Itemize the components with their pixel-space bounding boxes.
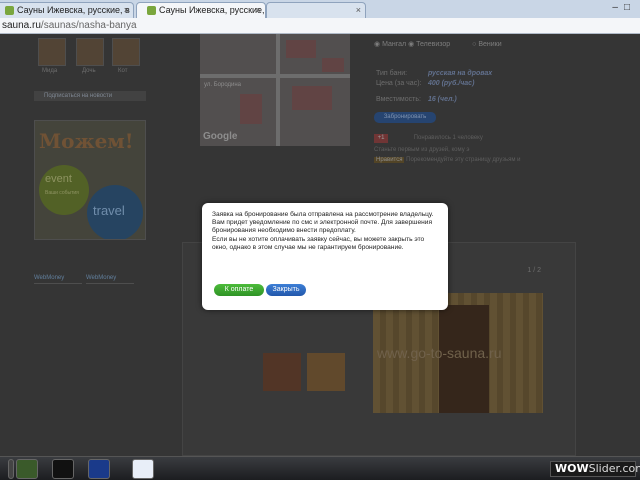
taskbar-start-icon[interactable] — [8, 459, 14, 479]
address-path: /saunas/nasha-banya — [40, 20, 137, 31]
close-button[interactable]: Закрыть — [266, 284, 306, 296]
wowslider-watermark: WOWSlider.com — [550, 461, 640, 477]
taskbar-terminal-icon[interactable] — [52, 459, 74, 479]
taskbar-windows-icon[interactable] — [88, 459, 110, 479]
favicon-icon — [5, 6, 14, 15]
taskbar-chart-app-icon[interactable] — [16, 459, 38, 479]
close-tab-icon[interactable]: × — [256, 3, 261, 17]
browser-tab-3[interactable]: × — [266, 2, 366, 18]
dialog-paragraph: Если вы не хотите оплачивать заявку сейч… — [212, 235, 425, 251]
tab-strip: Сауны Ижевска, русские, в × Сауны Ижевск… — [0, 0, 640, 18]
wowslider-post: Slider.com — [588, 462, 640, 475]
tab-label: Сауны Ижевска, русские, б — [159, 5, 266, 15]
tab-label: Сауны Ижевска, русские, в — [17, 5, 130, 15]
address-domain: sauna.ru — [2, 20, 41, 31]
browser-tab-1[interactable]: Сауны Ижевска, русские, в × — [0, 2, 134, 18]
booking-confirmation-dialog: Заявка на бронирование была отправлена н… — [202, 203, 448, 310]
taskbar: WOWSlider.com — [0, 456, 640, 480]
close-tab-icon[interactable]: × — [356, 3, 361, 17]
browser-tab-2[interactable]: Сауны Ижевска, русские, б × — [136, 2, 266, 18]
dialog-paragraph: Заявка на бронирование была отправлена н… — [212, 211, 434, 235]
close-tab-icon[interactable]: × — [124, 3, 129, 17]
favicon-icon — [147, 6, 156, 15]
taskbar-document-icon[interactable] — [132, 459, 154, 479]
address-bar[interactable]: sauna.ru/saunas/nasha-banya — [0, 18, 640, 34]
dialog-message: Заявка на бронирование была отправлена н… — [212, 211, 438, 252]
pay-button[interactable]: К оплате — [214, 284, 264, 296]
wowslider-pre: WOW — [555, 462, 589, 475]
window-controls[interactable]: –□ — [612, 2, 636, 13]
